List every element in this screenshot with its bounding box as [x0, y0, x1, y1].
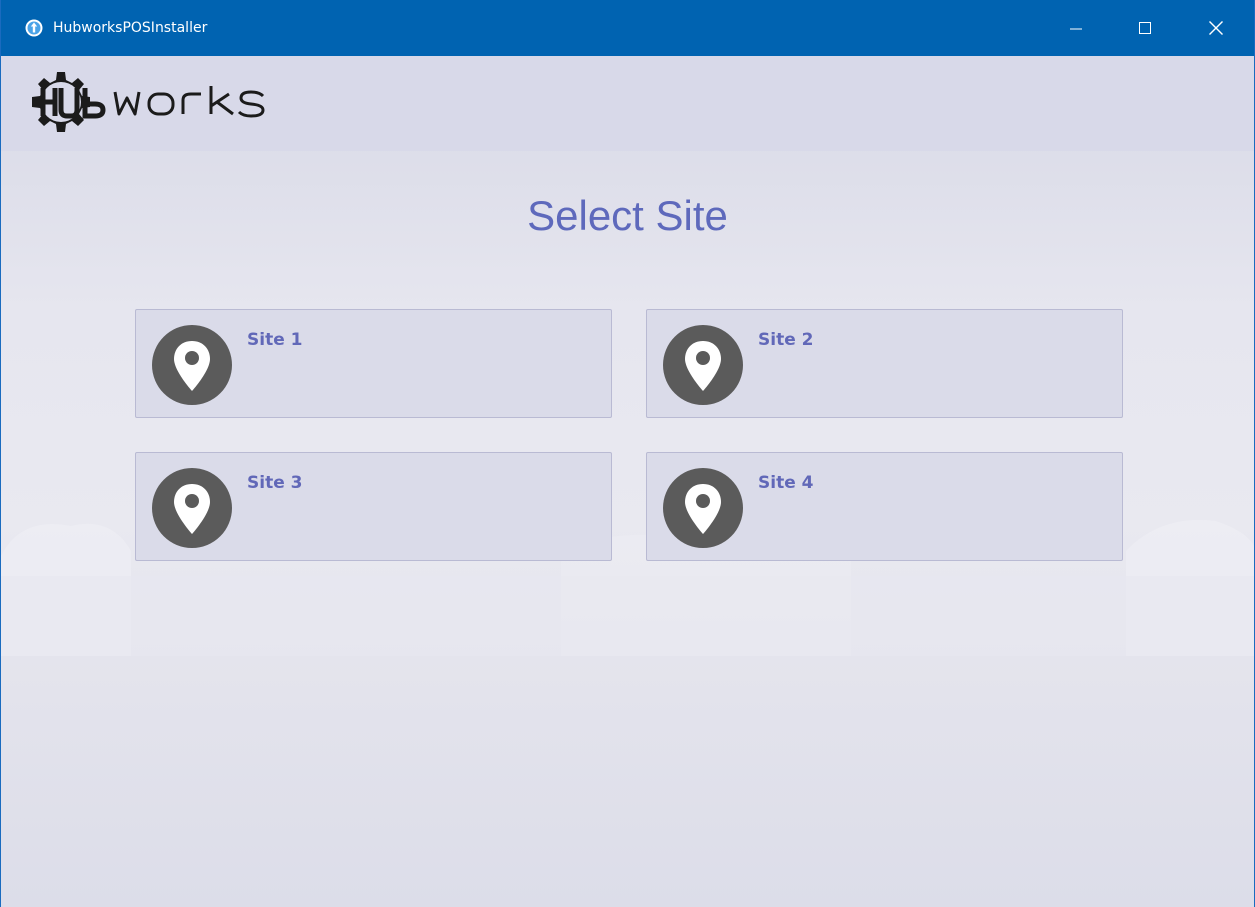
content-area: Select Site Site 1 Site 2 Site 3 Site 4	[1, 56, 1254, 907]
site-label: Site 1	[247, 330, 303, 350]
close-button[interactable]	[1192, 0, 1240, 56]
location-pin-icon	[152, 325, 232, 405]
site-card-1[interactable]: Site 1	[135, 309, 612, 418]
window-title: HubworksPOSInstaller	[53, 20, 208, 36]
site-label: Site 4	[758, 473, 814, 493]
site-card-4[interactable]: Site 4	[646, 452, 1123, 561]
minimize-icon	[1070, 28, 1082, 30]
site-label: Site 2	[758, 330, 814, 350]
page-title: Select Site	[527, 192, 728, 239]
close-icon	[1209, 21, 1223, 35]
maximize-button[interactable]	[1121, 0, 1169, 56]
maximize-icon	[1139, 22, 1151, 34]
location-pin-icon	[152, 468, 232, 548]
hubworks-logo	[32, 72, 265, 132]
site-label: Site 3	[247, 473, 303, 493]
app-icon	[25, 19, 43, 37]
minimize-button[interactable]	[1052, 0, 1100, 56]
location-pin-icon	[663, 325, 743, 405]
title-bar[interactable]: HubworksPOSInstaller	[1, 0, 1254, 56]
site-card-3[interactable]: Site 3	[135, 452, 612, 561]
installer-window: HubworksPOSInstaller Select Site Site 1 …	[0, 0, 1255, 907]
location-pin-icon	[663, 468, 743, 548]
site-card-2[interactable]: Site 2	[646, 309, 1123, 418]
